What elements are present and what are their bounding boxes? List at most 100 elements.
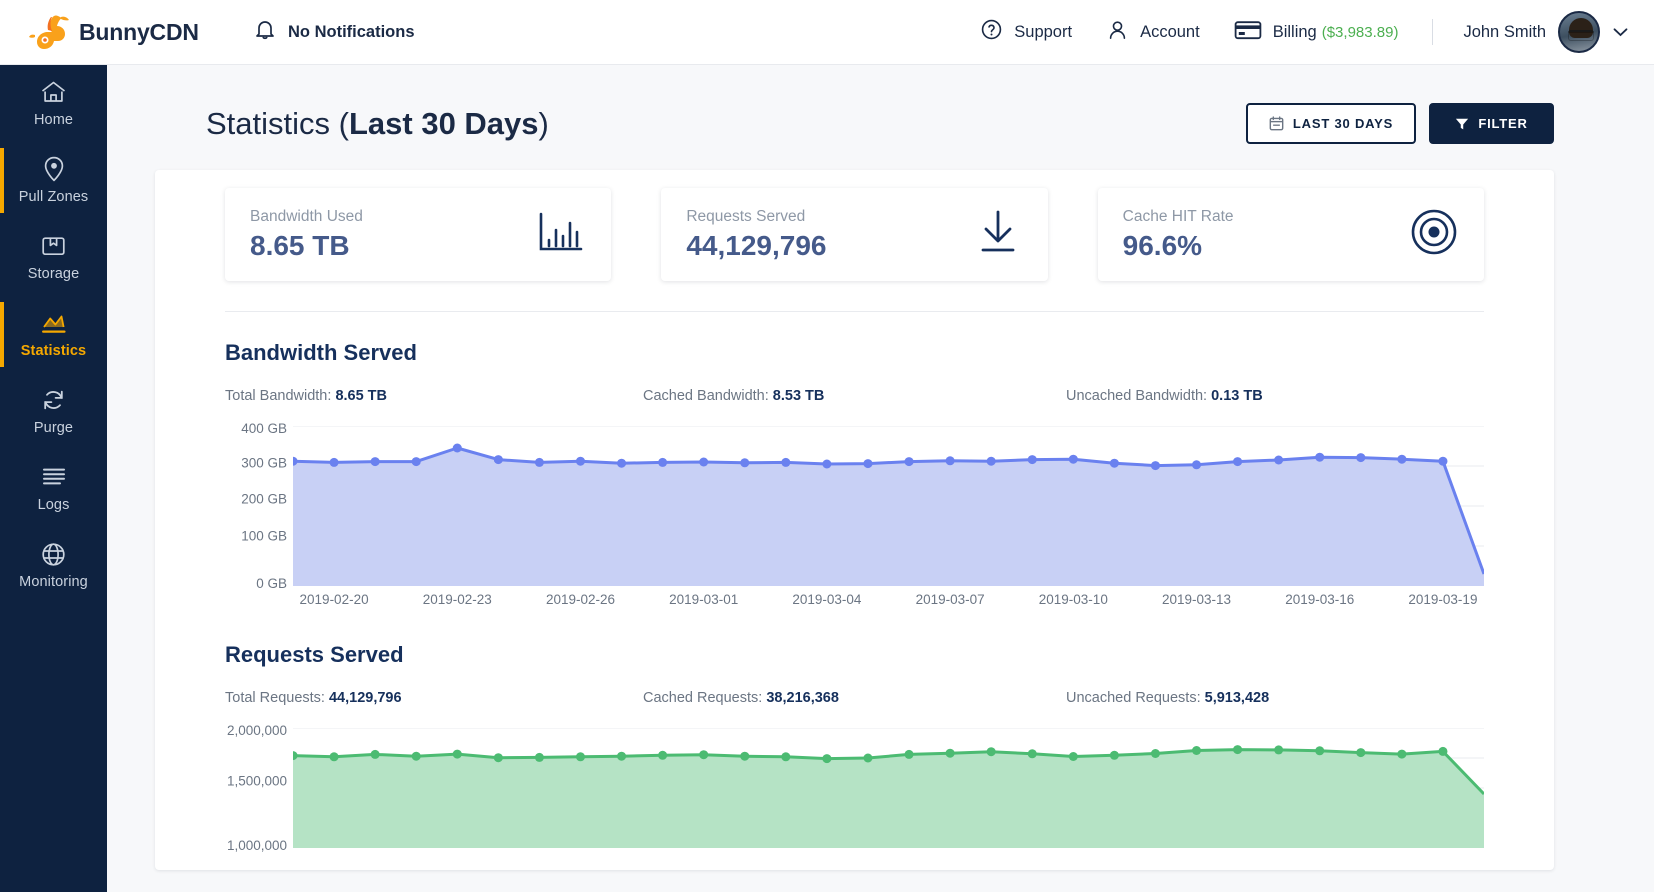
funnel-icon bbox=[1455, 117, 1469, 131]
data-point bbox=[904, 457, 913, 466]
sidebar-item-pull-zones[interactable]: Pull Zones bbox=[0, 142, 107, 219]
sidebar-item-monitoring[interactable]: Monitoring bbox=[0, 527, 107, 604]
metric-label: Uncached Requests: bbox=[1066, 690, 1201, 706]
top-navigation-bar: BunnyCDN No Notifications bbox=[0, 0, 1654, 65]
data-point bbox=[1028, 455, 1037, 464]
chevron-down-icon[interactable] bbox=[1613, 24, 1628, 41]
data-point bbox=[740, 458, 749, 467]
section-title: Requests Served bbox=[225, 642, 1484, 668]
data-point bbox=[1233, 457, 1242, 466]
billing-link[interactable]: Billing ($3,983.89) bbox=[1234, 19, 1399, 46]
sidebar-item-storage[interactable]: Storage bbox=[0, 219, 107, 296]
stat-card-requests-served: Requests Served 44,129,796 bbox=[661, 188, 1047, 281]
stat-card-label: Cache HIT Rate bbox=[1123, 208, 1234, 226]
stat-card-label: Bandwidth Used bbox=[250, 208, 363, 226]
metric-cached-requests: Cached Requests: 38,216,368 bbox=[643, 690, 1066, 706]
x-axis-tick-label: 2019-03-10 bbox=[1039, 592, 1108, 607]
filter-button[interactable]: FILTER bbox=[1429, 103, 1554, 144]
sidebar-item-statistics[interactable]: Statistics bbox=[0, 296, 107, 373]
metric-label: Total Bandwidth: bbox=[225, 388, 331, 404]
bandwidth-served-section: Bandwidth Served Total Bandwidth: 8.65 T… bbox=[155, 340, 1554, 614]
data-point bbox=[1315, 746, 1324, 755]
data-point bbox=[617, 752, 626, 761]
metric-label: Uncached Bandwidth: bbox=[1066, 388, 1207, 404]
lines-icon bbox=[41, 464, 67, 490]
data-point bbox=[863, 754, 872, 763]
data-point bbox=[1315, 453, 1324, 462]
page-title-prefix: Statistics ( bbox=[206, 106, 349, 141]
data-point bbox=[1069, 455, 1078, 464]
data-point bbox=[494, 753, 503, 762]
stat-card-value: 96.6% bbox=[1123, 230, 1234, 262]
sidebar-item-purge[interactable]: Purge bbox=[0, 373, 107, 450]
sidebar-item-home[interactable]: Home bbox=[0, 65, 107, 142]
y-axis-tick-label: 0 GB bbox=[256, 577, 287, 591]
page-title-range: Last 30 Days bbox=[349, 106, 539, 141]
bandwidth-served-chart: 400 GB300 GB200 GB100 GB0 GB bbox=[225, 426, 1484, 586]
section-divider bbox=[225, 311, 1484, 312]
data-point bbox=[1233, 745, 1242, 754]
data-point bbox=[412, 752, 421, 761]
x-axis-tick-label: 2019-02-23 bbox=[423, 592, 492, 607]
sidebar-item-label: Purge bbox=[34, 420, 73, 436]
data-point bbox=[1356, 748, 1365, 757]
support-link[interactable]: Support bbox=[980, 18, 1072, 46]
data-point bbox=[535, 458, 544, 467]
sidebar-item-label: Logs bbox=[38, 497, 70, 513]
sidebar-navigation: Home Pull Zones Storage bbox=[0, 65, 107, 892]
credit-card-icon bbox=[1234, 19, 1262, 46]
data-point bbox=[1397, 455, 1406, 464]
account-link[interactable]: Account bbox=[1106, 18, 1200, 47]
brand-logo-link[interactable]: BunnyCDN bbox=[28, 13, 218, 51]
data-point bbox=[330, 458, 339, 467]
sidebar-item-logs[interactable]: Logs bbox=[0, 450, 107, 527]
data-point bbox=[1110, 751, 1119, 760]
data-point bbox=[1274, 745, 1283, 754]
chart-area-icon bbox=[41, 310, 67, 336]
data-point bbox=[535, 753, 544, 762]
data-point bbox=[781, 458, 790, 467]
bunnycdn-statistics-page: BunnyCDN No Notifications bbox=[0, 0, 1654, 892]
metric-label: Cached Bandwidth: bbox=[643, 388, 769, 404]
page-title-suffix: ) bbox=[539, 106, 549, 141]
notifications-label: No Notifications bbox=[288, 23, 415, 42]
metric-uncached-requests: Uncached Requests: 5,913,428 bbox=[1066, 690, 1484, 706]
data-point bbox=[412, 457, 421, 466]
x-axis-tick-label: 2019-03-19 bbox=[1408, 592, 1477, 607]
metric-value: 8.65 TB bbox=[335, 388, 387, 404]
data-point bbox=[1438, 747, 1447, 756]
metric-total-requests: Total Requests: 44,129,796 bbox=[225, 690, 643, 706]
stat-card-value: 44,129,796 bbox=[686, 230, 826, 262]
data-point bbox=[371, 457, 380, 466]
data-point bbox=[1151, 461, 1160, 470]
avatar[interactable] bbox=[1558, 11, 1600, 53]
data-point bbox=[576, 752, 585, 761]
top-right-actions: Support Account bbox=[946, 11, 1628, 53]
data-point bbox=[946, 749, 955, 758]
sidebar-item-label: Pull Zones bbox=[19, 189, 89, 205]
x-axis-tick-label: 2019-02-26 bbox=[546, 592, 615, 607]
data-point bbox=[781, 752, 790, 761]
data-point bbox=[1274, 456, 1283, 465]
data-point bbox=[1028, 749, 1037, 758]
x-axis-tick-label: 2019-03-07 bbox=[916, 592, 985, 607]
home-icon bbox=[40, 79, 67, 105]
globe-icon bbox=[41, 541, 66, 567]
bar-chart-icon bbox=[537, 210, 585, 259]
data-point bbox=[987, 457, 996, 466]
section-title: Bandwidth Served bbox=[225, 340, 1484, 366]
data-point bbox=[371, 750, 380, 759]
metric-value: 38,216,368 bbox=[766, 690, 839, 706]
page-header: Statistics (Last 30 Days) LAST 30 DAYS bbox=[107, 65, 1654, 144]
y-axis-tick-label: 400 GB bbox=[241, 422, 287, 436]
bell-icon bbox=[254, 18, 276, 47]
target-icon bbox=[1410, 208, 1458, 261]
header-actions: LAST 30 DAYS FILTER bbox=[1246, 103, 1554, 144]
requests-y-axis-labels: 2,000,0001,500,0001,000,000 bbox=[225, 728, 287, 848]
date-range-button[interactable]: LAST 30 DAYS bbox=[1246, 103, 1416, 144]
data-point bbox=[1069, 752, 1078, 761]
download-arrow-icon bbox=[974, 209, 1022, 260]
notifications-button[interactable]: No Notifications bbox=[254, 18, 415, 47]
stat-card-cache-hit-rate: Cache HIT Rate 96.6% bbox=[1098, 188, 1484, 281]
data-point bbox=[1356, 453, 1365, 462]
